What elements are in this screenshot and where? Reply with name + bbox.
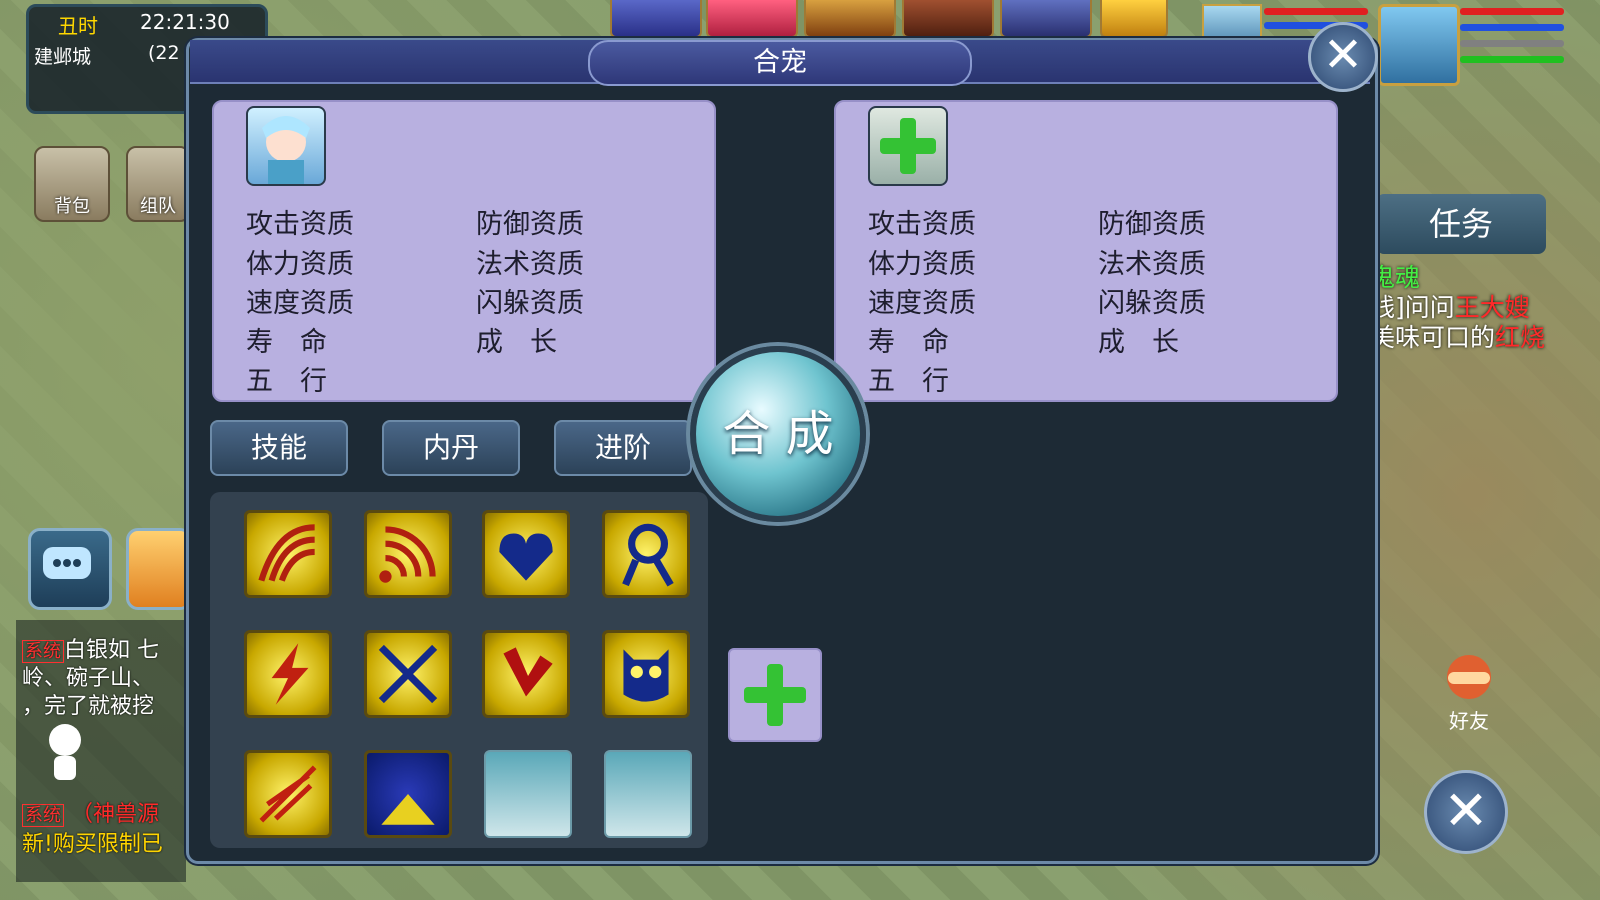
party-avatar-1[interactable] bbox=[610, 0, 702, 38]
crossed-weapons-skill-icon[interactable] bbox=[364, 630, 452, 718]
attr-label: 五 行 bbox=[868, 366, 949, 397]
attr-label: 速度资质 bbox=[246, 288, 354, 319]
combine-button[interactable]: 合 成 bbox=[690, 346, 866, 522]
attr-label: 攻击资质 bbox=[246, 209, 354, 240]
owl-skill-icon[interactable] bbox=[602, 630, 690, 718]
attr-label: 攻击资质 bbox=[868, 209, 976, 240]
empty-skill-slot[interactable] bbox=[604, 750, 692, 838]
empty-skill-slot[interactable] bbox=[484, 750, 572, 838]
add-item-slot[interactable] bbox=[728, 648, 822, 742]
city-label: 建邺城 bbox=[34, 46, 92, 68]
bag-label: 背包 bbox=[54, 196, 90, 217]
chat-bubble-icon bbox=[43, 547, 91, 579]
shichen-label: 丑时 bbox=[58, 14, 98, 38]
attr-label: 防御资质 bbox=[476, 209, 584, 240]
attr-label: 成 长 bbox=[1098, 327, 1179, 358]
night-skill-icon[interactable] bbox=[364, 750, 452, 838]
attr-label: 五 行 bbox=[246, 366, 327, 397]
chat-line-4: 系统 （神兽源 bbox=[22, 796, 159, 828]
friend-label: 好友 bbox=[1449, 709, 1489, 733]
left-pet-slot[interactable] bbox=[246, 106, 326, 186]
close-panel-button[interactable]: ✕ bbox=[1308, 22, 1378, 92]
pet-avatar[interactable] bbox=[1100, 0, 1168, 38]
chat-mascot-icon bbox=[40, 722, 90, 786]
lightning-skill-icon[interactable] bbox=[244, 630, 332, 718]
plus-icon bbox=[744, 664, 806, 726]
coord-label: (22 bbox=[148, 42, 180, 64]
tab-inner-core[interactable]: 内丹 bbox=[382, 420, 520, 476]
party-avatar-3[interactable] bbox=[804, 0, 896, 38]
attr-label: 速度资质 bbox=[868, 288, 976, 319]
close-icon: ✕ bbox=[1322, 27, 1364, 83]
attr-label: 法术资质 bbox=[1098, 249, 1206, 280]
player-anger-bar bbox=[1460, 40, 1564, 47]
emote-button[interactable] bbox=[126, 528, 192, 610]
attr-label: 法术资质 bbox=[476, 249, 584, 280]
team-button[interactable]: 组队 bbox=[126, 146, 190, 222]
attr-label: 寿 命 bbox=[868, 327, 949, 358]
attr-label: 寿 命 bbox=[246, 327, 327, 358]
player-portrait[interactable] bbox=[1378, 4, 1460, 86]
system-tag: 系统 bbox=[22, 804, 64, 827]
close-icon: ✕ bbox=[1443, 779, 1489, 842]
close-hud-button[interactable]: ✕ bbox=[1424, 770, 1508, 854]
attr-label: 闪躲资质 bbox=[476, 288, 584, 319]
friend-button[interactable]: 好友 bbox=[1434, 654, 1504, 733]
clock-label: 22:21:30 bbox=[140, 10, 230, 34]
fire-strike-skill-icon[interactable] bbox=[244, 750, 332, 838]
chat-line-5: 新!购买限制已 bbox=[22, 832, 163, 857]
handshake-icon bbox=[1447, 655, 1491, 699]
bag-button[interactable]: 背包 bbox=[34, 146, 110, 222]
wound-skill-icon[interactable] bbox=[482, 630, 570, 718]
plus-icon bbox=[880, 118, 936, 174]
chat-line-3: ，完了就被挖 bbox=[22, 694, 155, 719]
panel-title: 合宠 bbox=[588, 40, 972, 86]
task-tab[interactable]: 任务 bbox=[1376, 194, 1546, 254]
right-pet-slot[interactable] bbox=[868, 106, 948, 186]
quest-line-3[interactable]: 美味可口的红烧 bbox=[1370, 318, 1545, 354]
heart-shield-skill-icon[interactable] bbox=[482, 510, 570, 598]
team-label: 组队 bbox=[140, 196, 176, 217]
attr-label: 成 长 bbox=[476, 327, 557, 358]
party-avatar-2[interactable] bbox=[706, 0, 798, 38]
attr-label: 防御资质 bbox=[1098, 209, 1206, 240]
pet-portrait-icon bbox=[262, 116, 310, 184]
pet-hp-bar bbox=[1264, 8, 1368, 15]
claw-skill-icon[interactable] bbox=[244, 510, 332, 598]
chat-button[interactable] bbox=[28, 528, 112, 610]
attr-label: 体力资质 bbox=[246, 249, 354, 280]
player-exp-bar bbox=[1460, 56, 1564, 63]
summon-skill-icon[interactable] bbox=[602, 510, 690, 598]
party-avatar-5[interactable] bbox=[1000, 0, 1092, 38]
tab-advance[interactable]: 进阶 bbox=[554, 420, 692, 476]
tab-skills[interactable]: 技能 bbox=[210, 420, 348, 476]
attr-label: 闪躲资质 bbox=[1098, 288, 1206, 319]
sonic-wave-skill-icon[interactable] bbox=[364, 510, 452, 598]
player-mp-bar bbox=[1460, 24, 1564, 31]
attr-label: 体力资质 bbox=[868, 249, 976, 280]
party-avatar-4[interactable] bbox=[902, 0, 994, 38]
player-hp-bar bbox=[1460, 8, 1564, 15]
